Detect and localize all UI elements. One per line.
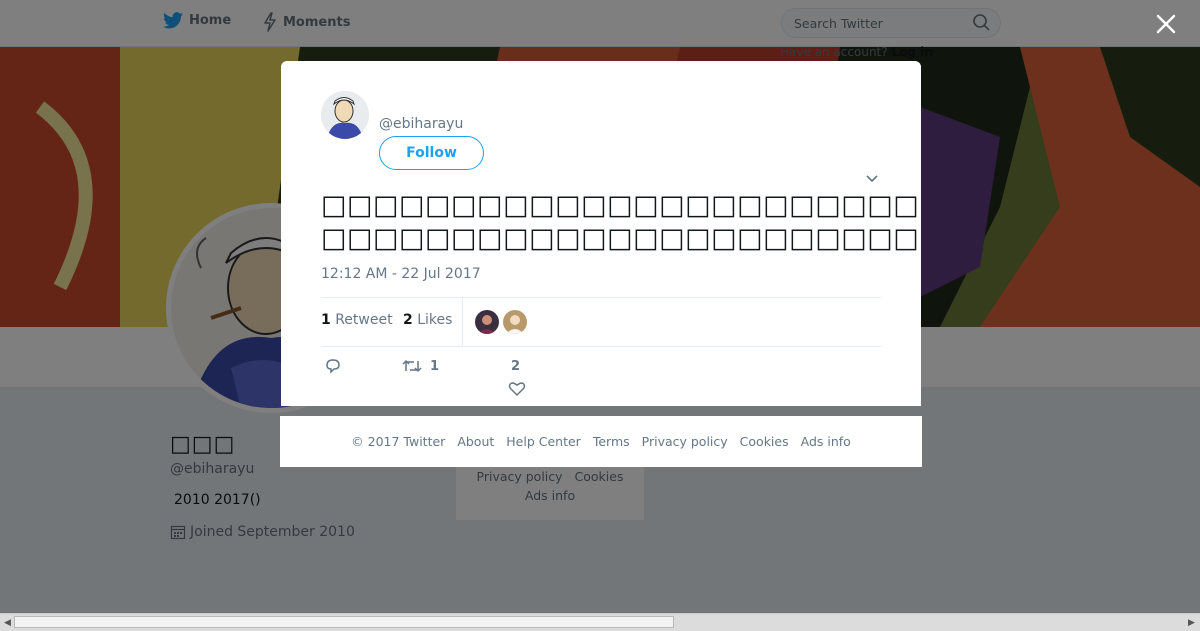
liker-avatar-image	[503, 310, 527, 334]
heart-icon	[508, 382, 526, 397]
likes-stat[interactable]: 2 Likes	[403, 312, 452, 328]
scrollbar-thumb[interactable]	[14, 616, 674, 628]
liker-avatar[interactable]	[503, 310, 527, 334]
footer-privacy-link[interactable]: Privacy policy	[642, 434, 728, 449]
retweet-stat[interactable]: 1 Retweet	[321, 312, 393, 328]
footer-cookies-link[interactable]: Cookies	[740, 434, 789, 449]
footer-copyright: © 2017 Twitter	[351, 434, 446, 449]
tweet-author-handle[interactable]: @ebiharayu	[379, 116, 463, 132]
liker-avatar-image	[475, 310, 499, 334]
tweet-text-line: □□□□□□□□□□□□□□□□□□□□□□□□□□□□□□□□□□□□□□□□…	[321, 190, 921, 221]
stats-divider	[462, 298, 463, 346]
reply-icon	[326, 359, 340, 374]
like-action-count[interactable]: 2	[511, 359, 520, 374]
retweet-count: 1	[321, 312, 331, 328]
retweet-icon	[402, 359, 422, 373]
modal-footer: © 2017 Twitter About Help Center Terms P…	[280, 416, 922, 467]
horizontal-scrollbar[interactable]: ◀ ▶	[0, 613, 1200, 631]
chevron-down-icon[interactable]	[865, 173, 879, 185]
likes-count: 2	[403, 312, 413, 328]
tweet-stats: 1 Retweet 2 Likes	[321, 297, 881, 347]
likes-label: Likes	[417, 312, 453, 328]
scroll-right-icon[interactable]: ▶	[1188, 618, 1195, 628]
tweet-author-avatar-image	[321, 91, 369, 139]
footer-terms-link[interactable]: Terms	[593, 434, 630, 449]
reply-action[interactable]	[324, 358, 342, 374]
retweet-action[interactable]: 1	[402, 358, 439, 374]
retweet-action-count: 1	[430, 358, 440, 374]
follow-button[interactable]: Follow	[379, 136, 484, 170]
footer-help-link[interactable]: Help Center	[506, 434, 581, 449]
liker-avatar[interactable]	[475, 310, 499, 334]
retweet-label: Retweet	[335, 312, 393, 328]
tweet-text: □□□□□□□□□□□□□□□□□□□□□□□ □□□□□□□□□□□□□□□□□…	[321, 189, 921, 255]
like-action-count-label: 2	[511, 359, 521, 374]
scroll-left-icon[interactable]: ◀	[4, 618, 11, 628]
like-action[interactable]	[508, 381, 526, 397]
tweet-modal: @ebiharayu Follow □□□□□□□□□□□□□□□□□□□□□□…	[281, 61, 921, 406]
tweet-author-avatar[interactable]	[321, 91, 369, 139]
tweet-timestamp[interactable]: 12:12 AM - 22 Jul 2017	[321, 266, 481, 282]
tweet-text-line: □□□□□□□□□□□□□□□□□□□□□□□□□□□□□□□□□□□□□□□□…	[321, 223, 921, 254]
footer-about-link[interactable]: About	[457, 434, 494, 449]
close-icon[interactable]	[1152, 10, 1180, 38]
footer-ads-info-link[interactable]: Ads info	[801, 434, 851, 449]
